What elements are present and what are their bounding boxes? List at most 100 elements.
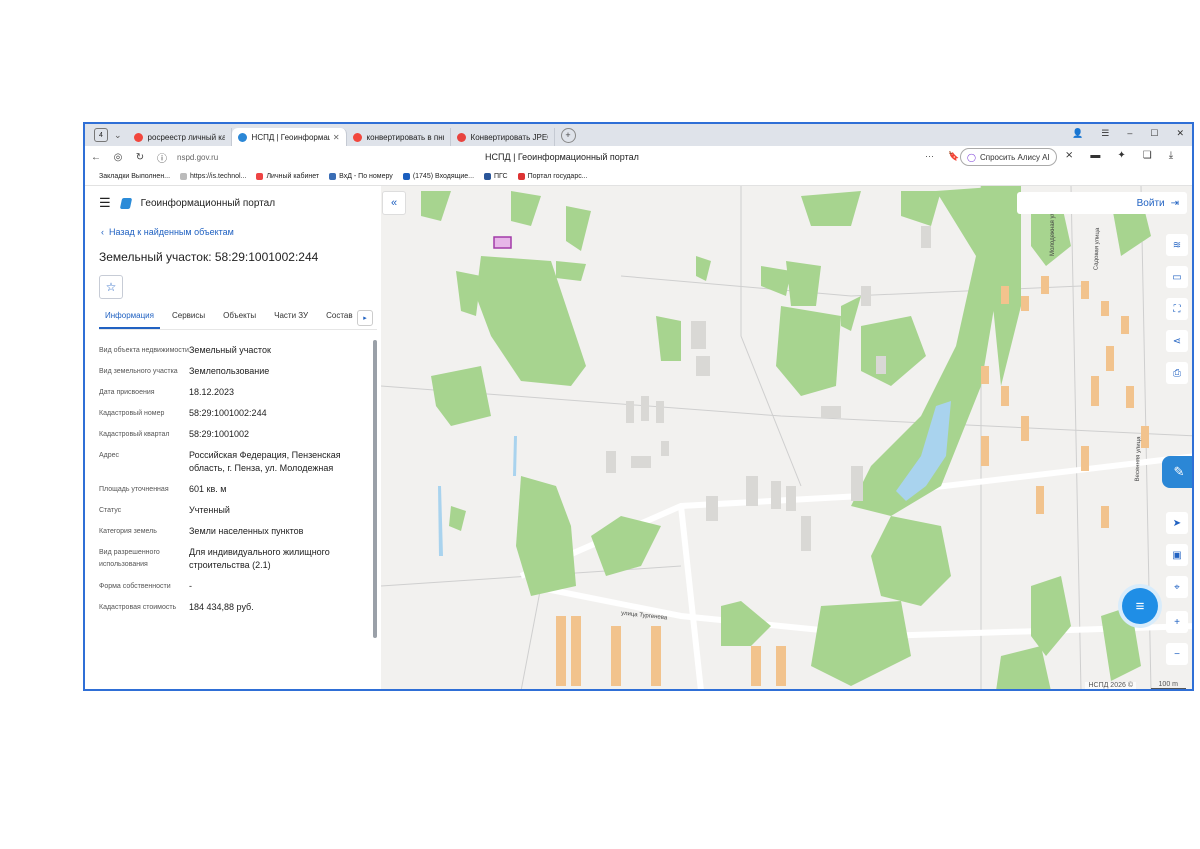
bookmark-item[interactable]: https://is.technol...: [180, 173, 246, 180]
tab-count-badge[interactable]: 4: [94, 128, 108, 142]
bookmark-item[interactable]: (1745) Входящие...: [402, 173, 474, 180]
tab-composition[interactable]: Состав: [320, 307, 359, 329]
tab-parts[interactable]: Части ЗУ: [268, 307, 314, 329]
browser-tab[interactable]: росреестр личный кабинет: [128, 128, 232, 146]
attribute-row: Кадастровая стоимость 184 434,88 руб.: [99, 601, 361, 614]
close-tab-icon[interactable]: ✕: [333, 133, 340, 142]
attribute-row: Вид разрешенного использования Для индиви…: [99, 546, 361, 572]
object-info-panel: ☰ Геоинформационный портал ‹ Назад к най…: [85, 186, 382, 689]
minimize-icon[interactable]: –: [1127, 128, 1132, 139]
tab-objects[interactable]: Объекты: [217, 307, 262, 329]
legend-list-button[interactable]: ≡: [1122, 588, 1158, 624]
object-title: Земельный участок: 58:29:1001002:244: [99, 250, 319, 264]
ask-alice-button[interactable]: ◯ Спросить Алису AI: [960, 148, 1057, 166]
attribute-key: Статус: [99, 507, 122, 514]
profile-icon[interactable]: 👤: [1072, 128, 1083, 139]
gmail-icon: [256, 173, 264, 180]
geolocation-arrow-icon[interactable]: ➤: [1166, 512, 1188, 534]
bookmark-item[interactable]: Закладки Выполнен...: [99, 173, 170, 180]
tab-information[interactable]: Информация: [99, 307, 160, 329]
attribute-key: Кадастровый квартал: [99, 431, 170, 438]
attribute-key: Категория земель: [99, 528, 157, 535]
collections-icon[interactable]: ❏: [1143, 150, 1152, 161]
menu-icon[interactable]: ☰: [1101, 128, 1109, 139]
attribute-value: Земельный участок: [189, 345, 271, 355]
back-arrow-icon[interactable]: ←: [85, 152, 107, 163]
bookmark-label: Закладки Выполнен...: [99, 173, 171, 180]
attribute-value: Земли населенных пунктов: [189, 526, 304, 536]
maximize-icon[interactable]: ☐: [1150, 128, 1158, 139]
bookmark-item[interactable]: Личный кабинет: [256, 173, 319, 180]
page-title: НСПД | Геоинформационный портал: [485, 152, 639, 162]
url-field[interactable]: nspd.gov.ru: [177, 153, 218, 162]
map-scale: 100 m: [1150, 681, 1186, 689]
back-to-results-link[interactable]: ‹ Назад к найденным объектам: [101, 227, 234, 237]
attribute-key: Вид земельного участка: [99, 368, 178, 375]
login-button[interactable]: Войти ⇥: [1017, 192, 1187, 214]
shield-icon[interactable]: ◎: [107, 152, 129, 163]
bookmark-icon[interactable]: 🔖: [948, 151, 959, 162]
browser-tab-active[interactable]: НСПД | Геоинформационный портал ✕: [231, 128, 347, 146]
reader-icon[interactable]: ▬: [1090, 150, 1100, 161]
attribute-row: Площадь уточненная 601 кв. м: [99, 483, 361, 496]
attribute-row: Категория земель Земли населенных пунктов: [99, 525, 361, 538]
map-tools-top: ≋ ▭ ⛶ ⋖ ⎙: [1166, 234, 1188, 384]
bookmark-label: ПГС: [494, 173, 508, 180]
collapse-panel-button[interactable]: «: [382, 191, 406, 215]
attribute-row: Статус Учтенный: [99, 504, 361, 517]
login-label: Войти: [1136, 197, 1165, 209]
browser-tab[interactable]: конвертировать в пнг — Я: [347, 128, 451, 146]
download-icon[interactable]: ⤓: [1169, 150, 1173, 161]
picture-in-picture-icon[interactable]: ▣: [1166, 544, 1188, 566]
zoom-in-icon[interactable]: +: [1166, 611, 1188, 633]
bookmark-label: ВхД - По номеру: [339, 173, 393, 180]
tabs-next-arrow-icon[interactable]: ▸: [357, 310, 373, 326]
info-tabs: Информация Сервисы Объекты Части ЗУ Сост…: [99, 307, 377, 330]
site-info-icon[interactable]: ⓘ: [151, 150, 173, 165]
layers-icon[interactable]: ≋: [1166, 234, 1188, 256]
browser-toolbar: ⨯ ▬ ✦ ❏ ⤓: [1065, 150, 1173, 161]
bookmark-item[interactable]: ПГС: [484, 173, 508, 180]
attribute-value: 18.12.2023: [189, 387, 235, 397]
attribute-value: Российская Федерация, Пензенская область…: [189, 450, 341, 473]
new-tab-plus-icon[interactable]: +: [560, 127, 576, 143]
share-icon[interactable]: ⋖: [1166, 330, 1188, 352]
more-icon[interactable]: ⋯: [925, 151, 934, 162]
bookmark-item[interactable]: Портал государс...: [517, 173, 588, 180]
emblem-icon: [484, 173, 492, 180]
attribute-row: Дата присвоения 18.12.2023: [99, 386, 361, 399]
panel-scrollbar[interactable]: [373, 340, 377, 638]
close-window-icon[interactable]: ✕: [1176, 128, 1184, 139]
attribute-row: Форма собственности -: [99, 580, 361, 593]
attribute-value: Землепользование: [189, 366, 270, 376]
attribute-value: Для индивидуального жилищного строительс…: [189, 547, 330, 570]
zoom-out-icon[interactable]: −: [1166, 643, 1188, 665]
map-view[interactable]: улица Тургенева Молодежная улица Садовая…: [381, 186, 1192, 689]
attribute-value: 58:29:1001002: [189, 429, 250, 439]
assistant-side-button[interactable]: ✎: [1162, 456, 1192, 488]
extensions-icon[interactable]: ✦: [1117, 150, 1125, 161]
map-copyright: НСПД 2026 ©: [1085, 682, 1136, 689]
attribute-key: Вид объекта недвижимости: [99, 347, 189, 354]
attribute-row: Вид объекта недвижимости Земельный участо…: [99, 344, 361, 357]
location-pin-icon[interactable]: ⌖: [1166, 576, 1188, 598]
favorite-star-button[interactable]: ☆: [99, 275, 123, 299]
ruler-icon[interactable]: ▭: [1166, 266, 1188, 288]
map-tools-bottom: ➤ ▣ ⌖: [1166, 512, 1188, 598]
tab-services[interactable]: Сервисы: [166, 307, 211, 329]
reload-icon[interactable]: ↻: [129, 152, 151, 163]
translate-icon[interactable]: ⨯: [1065, 150, 1073, 161]
portal-logo-icon: [119, 197, 132, 209]
tab-label: НСПД | Геоинформационный портал: [251, 132, 330, 142]
hamburger-menu-icon[interactable]: ☰: [99, 195, 111, 211]
attribute-key: Форма собственности: [99, 583, 171, 590]
print-icon[interactable]: ⎙: [1166, 362, 1188, 384]
browser-tab[interactable]: Конвертировать JPEG в P: [451, 128, 555, 146]
page-icon: [180, 173, 188, 180]
select-area-icon[interactable]: ⛶: [1166, 298, 1188, 320]
bookmark-label: Личный кабинет: [266, 173, 320, 180]
highlighted-parcel[interactable]: [493, 236, 512, 249]
tab-list-chevron-icon[interactable]: ⌄: [114, 130, 122, 141]
bookmark-item[interactable]: ВхД - По номеру: [329, 173, 393, 180]
attribute-value: Учтенный: [189, 505, 230, 515]
